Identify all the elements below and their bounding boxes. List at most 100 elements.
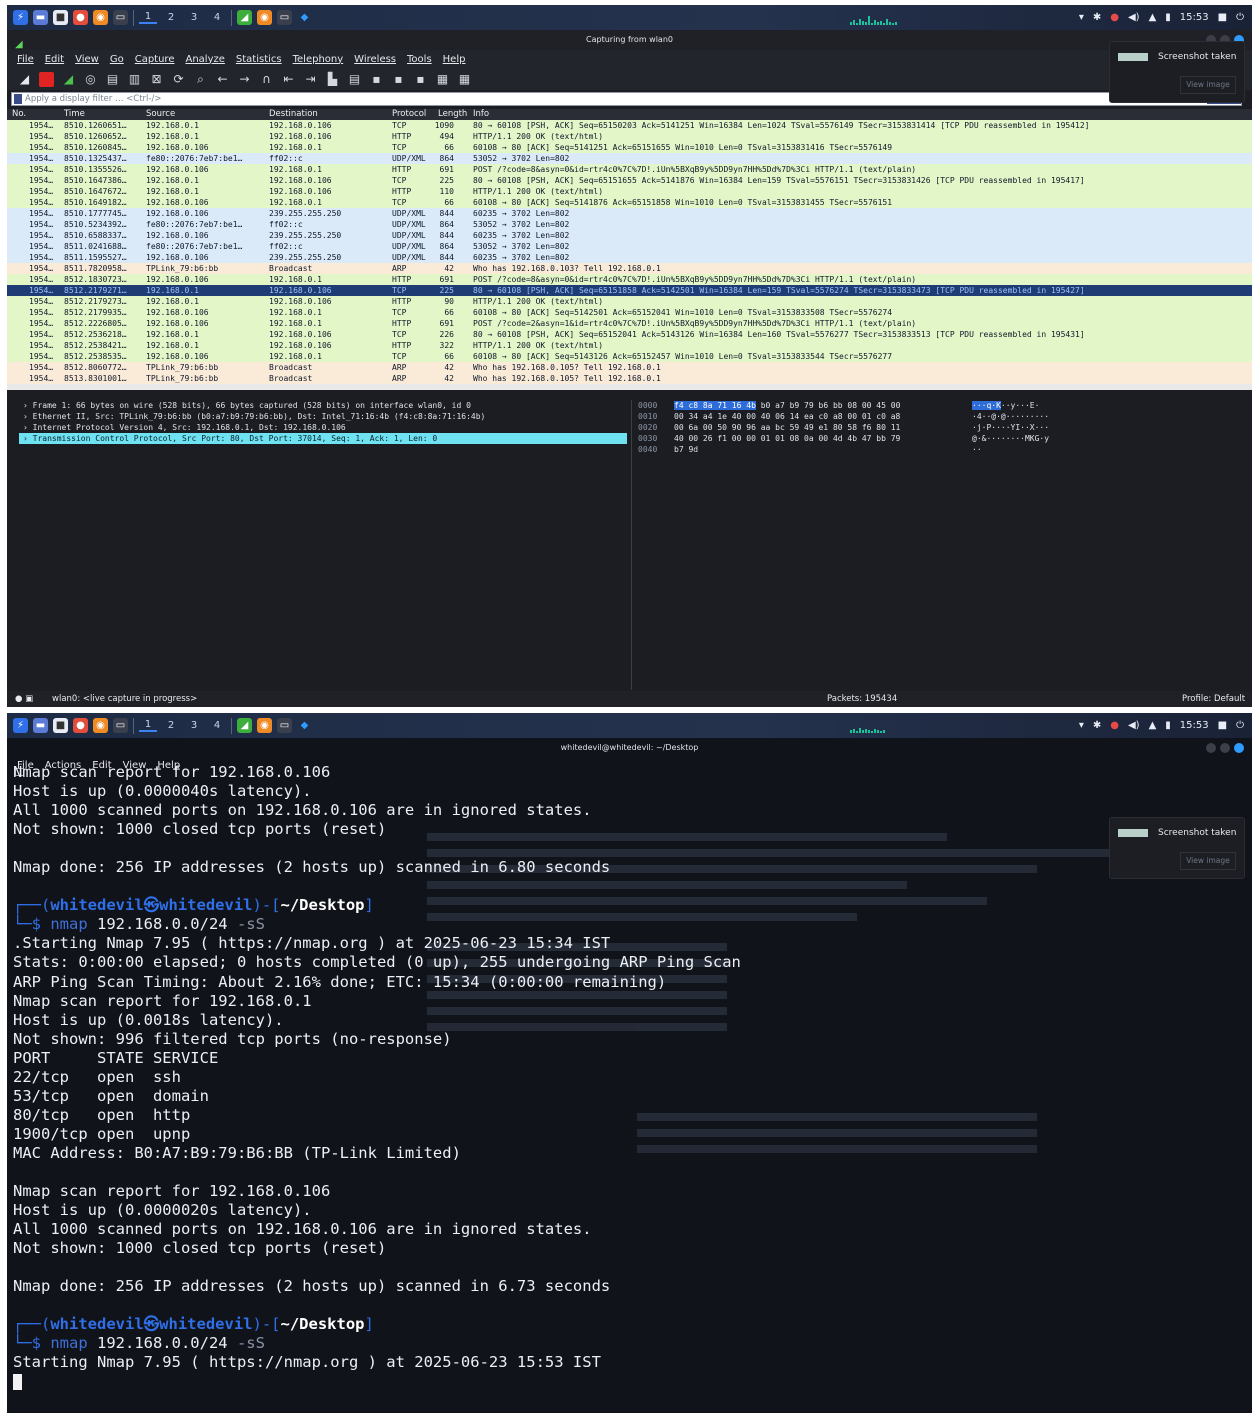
close-button[interactable] (1234, 743, 1244, 753)
packet-row[interactable]: 1954… 8510.1649182… 192.168.0.106 192.168.0… (7, 197, 1252, 208)
column-protocol[interactable]: Protocol (392, 109, 426, 119)
go-forward-icon[interactable]: → (237, 72, 252, 87)
normal-size-icon[interactable]: ▪ (413, 72, 428, 87)
menu-go[interactable]: Go (110, 54, 124, 65)
wireshark-task-icon[interactable]: ◢ (237, 10, 252, 25)
open-file-icon[interactable]: ▤ (105, 72, 120, 87)
battery-icon[interactable]: ▮ (1165, 12, 1171, 23)
packet-row[interactable]: 1954… 8510.1260652… 192.168.0.1 192.168.0.1… (7, 131, 1252, 142)
notification-bell-icon[interactable]: ▲ (1149, 720, 1157, 731)
autoscroll-icon[interactable]: ▙ (325, 72, 340, 87)
packet-row[interactable]: 1954… 8511.1595527… 192.168.0.106 239.255.2… (7, 252, 1252, 263)
bluetooth-icon[interactable]: ✱ (1093, 720, 1101, 731)
firefox-task-icon[interactable]: ◉ (257, 10, 272, 25)
packet-bytes-pane[interactable]: 0000 f4 c8 8a 71 16 4b b0 a7 b9 79 b6 bb … (631, 400, 1252, 690)
volume-icon[interactable]: ◀) (1128, 720, 1140, 731)
menu-analyze[interactable]: Analyze (185, 54, 224, 65)
stop-capture-icon[interactable] (39, 71, 54, 87)
workspace-2[interactable]: 2 (162, 12, 180, 23)
display-filter-input[interactable]: Apply a display filter … <Ctrl-/> (25, 94, 161, 104)
workspace-1[interactable]: 1 (139, 11, 157, 24)
packet-row[interactable]: 1954… 8512.2536218… 192.168.0.1 192.168.0.1… (7, 329, 1252, 340)
files-icon[interactable]: ■ (53, 718, 68, 733)
last-packet-icon[interactable]: ⇥ (303, 72, 318, 87)
packet-row[interactable]: 1954… 8512.8060772… TPLink_79:b6:bb Broadca… (7, 362, 1252, 373)
packet-row[interactable]: 1954… 8510.1647386… 192.168.0.1 192.168.0.1… (7, 175, 1252, 186)
go-back-icon[interactable]: ← (215, 72, 230, 87)
kali-menu-icon[interactable]: ⚡ (13, 10, 28, 25)
colorize-icon[interactable]: ▤ (347, 72, 362, 87)
bookmark-icon[interactable] (14, 94, 22, 104)
expand-subtrees-icon[interactable]: ▦ (457, 72, 472, 87)
browser-icon[interactable]: ● (73, 718, 88, 733)
column-info[interactable]: Info (473, 109, 489, 119)
packet-row[interactable]: 1954… 8510.1260651… 192.168.0.1 192.168.0.1… (7, 120, 1252, 131)
menu-capture[interactable]: Capture (135, 54, 175, 65)
view-image-button[interactable]: View image (1180, 852, 1236, 870)
menu-help[interactable]: Help (443, 54, 466, 65)
network-task-icon[interactable]: ◆ (297, 718, 312, 733)
reload-file-icon[interactable]: ⟳ (171, 72, 186, 87)
packet-row[interactable]: 1954… 8511.7820958… TPLink_79:b6:bb Broadca… (7, 263, 1252, 274)
packet-row[interactable]: 1954… 8510.6588337… 192.168.0.106 239.255.2… (7, 230, 1252, 241)
minimize-button[interactable] (1206, 743, 1216, 753)
packet-details-pane[interactable]: › Frame 1: 66 bytes on wire (528 bits), … (19, 400, 627, 690)
lock-icon[interactable]: ■ (1218, 720, 1227, 731)
terminal-launcher-icon[interactable]: ▭ (113, 718, 128, 733)
packet-row[interactable]: 1954… 8510.1260845… 192.168.0.106 192.168.0… (7, 142, 1252, 153)
power-icon[interactable]: ⏻ (1236, 720, 1244, 731)
packet-row[interactable]: 1954… 8510.1325437… fe80::2076:7eb7:be1… ff… (7, 153, 1252, 164)
hex-row[interactable]: 0040 b7 9d ·· (632, 444, 1252, 455)
firefox-icon[interactable]: ◉ (93, 718, 108, 733)
packet-list[interactable]: 1954… 8510.1260651… 192.168.0.1 192.168.0.1… (7, 120, 1252, 390)
browser-icon[interactable]: ● (73, 10, 88, 25)
start-capture-icon[interactable]: ◢ (17, 72, 32, 87)
chevron-down-icon[interactable]: ▾ (1079, 12, 1084, 23)
column-source[interactable]: Source (146, 109, 175, 119)
menu-view[interactable]: View (75, 54, 99, 65)
desktop-icon[interactable]: ▬ (33, 10, 48, 25)
bluetooth-icon[interactable]: ✱ (1093, 12, 1101, 23)
first-packet-icon[interactable]: ⇤ (281, 72, 296, 87)
hex-row[interactable]: 0010 00 34 a4 1e 40 00 40 06 14 ea c0 a8 … (632, 411, 1252, 422)
packet-row[interactable]: 1954… 8512.2226805… 192.168.0.106 192.168.0… (7, 318, 1252, 329)
close-file-icon[interactable]: ⊠ (149, 72, 164, 87)
hex-row[interactable]: 0030 40 00 26 f1 00 00 01 01 08 0a 00 4d … (632, 433, 1252, 444)
hex-row[interactable]: 0000 f4 c8 8a 71 16 4b b0 a7 b9 79 b6 bb … (632, 400, 1252, 411)
microphone-icon[interactable]: ● (1110, 12, 1119, 23)
go-to-packet-icon[interactable]: ∩ (259, 72, 274, 87)
detail-tree-item[interactable]: › Transmission Control Protocol, Src Por… (19, 433, 627, 444)
workspace-1[interactable]: 1 (139, 719, 157, 732)
workspace-3[interactable]: 3 (185, 12, 203, 23)
capture-options-icon[interactable]: ◎ (83, 72, 98, 87)
packet-row[interactable]: 1954… 8510.5234392… fe80::2076:7eb7:be1… ff… (7, 219, 1252, 230)
maximize-button[interactable] (1220, 743, 1230, 753)
menu-telephony[interactable]: Telephony (293, 54, 344, 65)
workspace-3[interactable]: 3 (185, 720, 203, 731)
column-length[interactable]: Length (438, 109, 467, 119)
detail-tree-item[interactable]: › Ethernet II, Src: TPLink_79:b6:bb (b0:… (19, 411, 627, 422)
profile-label[interactable]: Profile: Default (1182, 694, 1245, 704)
packet-row[interactable]: 1954… 8512.2179273… 192.168.0.1 192.168.0.1… (7, 296, 1252, 307)
column-time[interactable]: Time (64, 109, 85, 119)
kali-menu-icon[interactable]: ⚡ (13, 718, 28, 733)
terminal-output[interactable]: Nmap scan report for 192.168.0.106 Host i… (13, 763, 741, 1392)
menu-tools[interactable]: Tools (407, 54, 432, 65)
screenshot-notification[interactable]: Screenshot taken View image (1109, 41, 1245, 103)
workspace-4[interactable]: 4 (208, 720, 226, 731)
packet-row[interactable]: 1954… 8512.2179271… 192.168.0.1 192.168.0.1… (7, 285, 1252, 296)
microphone-icon[interactable]: ● (1110, 720, 1119, 731)
column-no[interactable]: No. (12, 109, 26, 119)
battery-icon[interactable]: ▮ (1165, 720, 1171, 731)
firefox-icon[interactable]: ◉ (93, 10, 108, 25)
hex-row[interactable]: 0020 00 6a 00 50 90 96 aa bc 59 49 e1 80 … (632, 422, 1252, 433)
desktop-icon[interactable]: ▬ (33, 718, 48, 733)
detail-tree-item[interactable]: › Frame 1: 66 bytes on wire (528 bits), … (19, 400, 627, 411)
clock[interactable]: 15:53 (1180, 720, 1209, 731)
detail-tree-item[interactable]: › Internet Protocol Version 4, Src: 192.… (19, 422, 627, 433)
packet-row[interactable]: 1954… 8512.2538535… 192.168.0.106 192.168.0… (7, 351, 1252, 362)
workspace-2[interactable]: 2 (162, 720, 180, 731)
menu-file[interactable]: File (17, 54, 34, 65)
chevron-down-icon[interactable]: ▾ (1079, 720, 1084, 731)
packet-row[interactable]: 1954… 8512.2538421… 192.168.0.1 192.168.0.1… (7, 340, 1252, 351)
